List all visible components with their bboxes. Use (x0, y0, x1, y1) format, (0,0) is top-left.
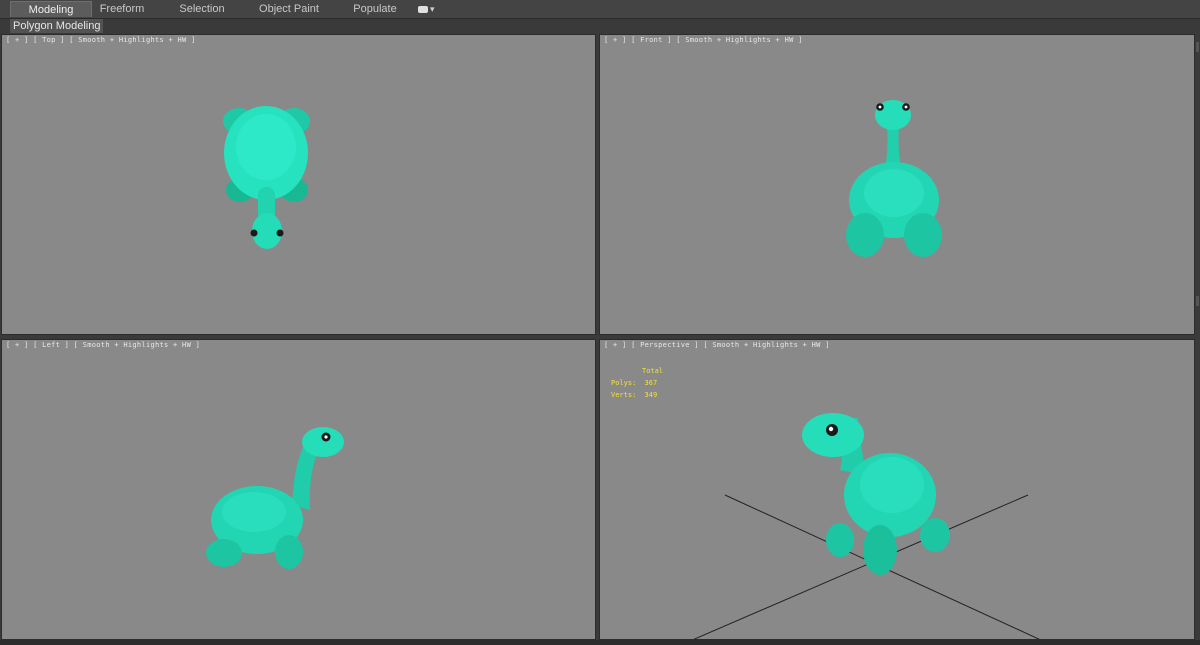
viewport-perspective[interactable]: [ + ] [ Perspective ] [ Smooth + Highlig… (599, 339, 1195, 640)
tab-freeform[interactable]: Freeform (92, 1, 152, 17)
model-head (302, 427, 344, 457)
dinosaur-model-perspective-view[interactable] (600, 340, 1195, 640)
tab-modeling[interactable]: Modeling (10, 1, 92, 17)
bottom-status-strip (0, 640, 1200, 645)
ribbon-tab-bar: Modeling Freeform Selection Object Paint… (0, 0, 1200, 19)
model-leg (206, 539, 242, 567)
ribbon-panel-bar: Polygon Modeling (0, 19, 1200, 33)
dinosaur-model-front-view[interactable] (600, 35, 1195, 335)
model-leg (863, 525, 897, 575)
model-eye-highlight (904, 105, 908, 109)
viewport-side-border (1195, 34, 1200, 640)
model-eye (276, 229, 284, 237)
model-eye (250, 229, 258, 237)
toggle-icon[interactable]: ▾ (418, 3, 440, 15)
model-leg (920, 518, 950, 552)
dinosaur-model-top-view[interactable] (2, 35, 596, 335)
model-body-highlight (860, 457, 924, 513)
model-eye-highlight (324, 435, 328, 439)
viewport-top[interactable]: [ + ] [ Top ] [ Smooth + Highlights + HW… (1, 34, 596, 335)
tab-selection[interactable]: Selection (172, 1, 232, 17)
model-leg (904, 213, 942, 257)
model-leg (826, 523, 854, 557)
model-eye-highlight (878, 105, 882, 109)
polygon-modeling-label[interactable]: Polygon Modeling (10, 19, 104, 33)
viewport-left[interactable]: [ + ] [ Left ] [ Smooth + Highlights + H… (1, 339, 596, 640)
tab-object-paint[interactable]: Object Paint (256, 1, 322, 17)
model-leg (275, 535, 303, 569)
viewport-front[interactable]: [ + ] [ Front ] [ Smooth + Highlights + … (599, 34, 1195, 335)
model-body-highlight (236, 114, 296, 180)
model-body-highlight (864, 169, 924, 217)
model-leg (846, 213, 884, 257)
model-body-highlight (222, 492, 286, 532)
tab-populate[interactable]: Populate (348, 1, 402, 17)
scroll-marker[interactable] (1196, 42, 1199, 52)
scroll-marker[interactable] (1196, 296, 1199, 306)
model-eye-highlight (828, 426, 834, 432)
dinosaur-model-left-view[interactable] (2, 340, 596, 640)
